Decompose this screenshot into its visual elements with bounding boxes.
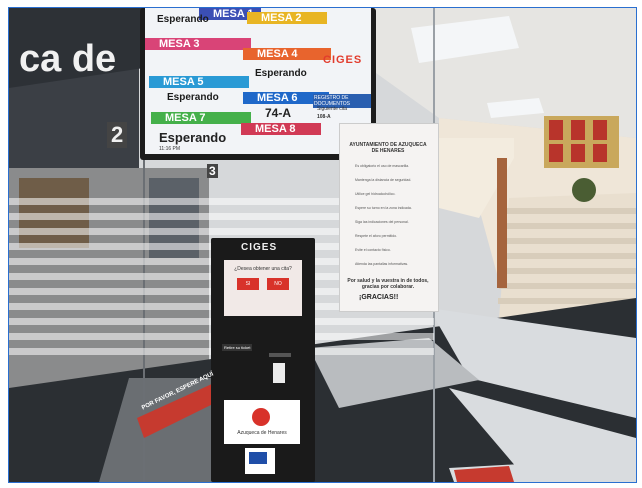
kiosk-ticket-slot [269,353,291,357]
mesa-8-label: MESA 8 [241,123,321,135]
photo-frame: ca de 2 3 MESA 1 MESA 2 Esperando MESA 3… [8,7,637,483]
queue-display-screen: MESA 1 MESA 2 Esperando MESA 3 MESA 4 Es… [145,8,371,154]
mesa-7-label: MESA 7 [151,112,251,124]
poster-line: Es obligatorio el uso de mascarilla. [355,164,410,168]
poster-thanks: ¡GRACIAS!! [359,294,399,301]
poster-line: Utilice gel hidroalcohólico. [355,192,396,196]
mesa-2-label: MESA 2 [247,12,327,24]
display-clock: 11:16 PM [159,146,181,152]
counter-number-sign: 2 [107,122,128,148]
poster-line: Espere su turno en la zona indicada. [355,206,412,210]
kiosk-logo-text: Azuqueca de Henares [237,430,287,436]
kiosk-yes-button[interactable]: SI [237,278,259,290]
mesa-3-label: MESA 3 [145,38,251,50]
poster-line: Mantenga la distancia de seguridad. [355,178,412,182]
kiosk-card-reader [273,363,285,383]
mesa-7-status: Esperando [159,130,227,145]
side-panel-ticket: 108-A [317,114,331,120]
wall-lettering: ca de [19,38,117,80]
mesa-1-status: Esperando [157,14,209,25]
counter-number-sign: 3 [207,164,218,178]
poster-footer: Por salud y la vuestra in de todos, grac… [347,278,429,290]
mesa-4-label: MESA 4 [243,48,331,60]
azuqueca-logo-icon [252,408,270,426]
mesa-5-status: Esperando [167,92,219,103]
eu-flag-icon [249,452,267,464]
kiosk-ticket-slot-label: Retire su ticket [222,344,253,351]
poster-line: Respete el aforo permitido. [355,234,398,238]
kiosk-no-button[interactable]: NO [267,278,289,290]
kiosk-brand: CIGES [241,242,278,253]
mesa-4-status: Esperando [255,68,307,79]
poster-title: AYUNTAMIENTO DE AZUQUECA DE HENARES [349,142,427,154]
kiosk-question: ¿Desea obtener una cita? [234,266,292,272]
mesa-6-ticket: 74-A [265,106,292,120]
mesa-5-label: MESA 5 [149,76,249,88]
poster-line: Siga las indicaciones del personal. [355,220,409,224]
side-panel-label: Siguiente cita [317,106,348,112]
display-brand-logo: CIGES [323,54,363,66]
poster-line: Atienda las pantallas informativas. [355,262,409,266]
poster-line: Evite el contacto físico. [355,248,391,252]
